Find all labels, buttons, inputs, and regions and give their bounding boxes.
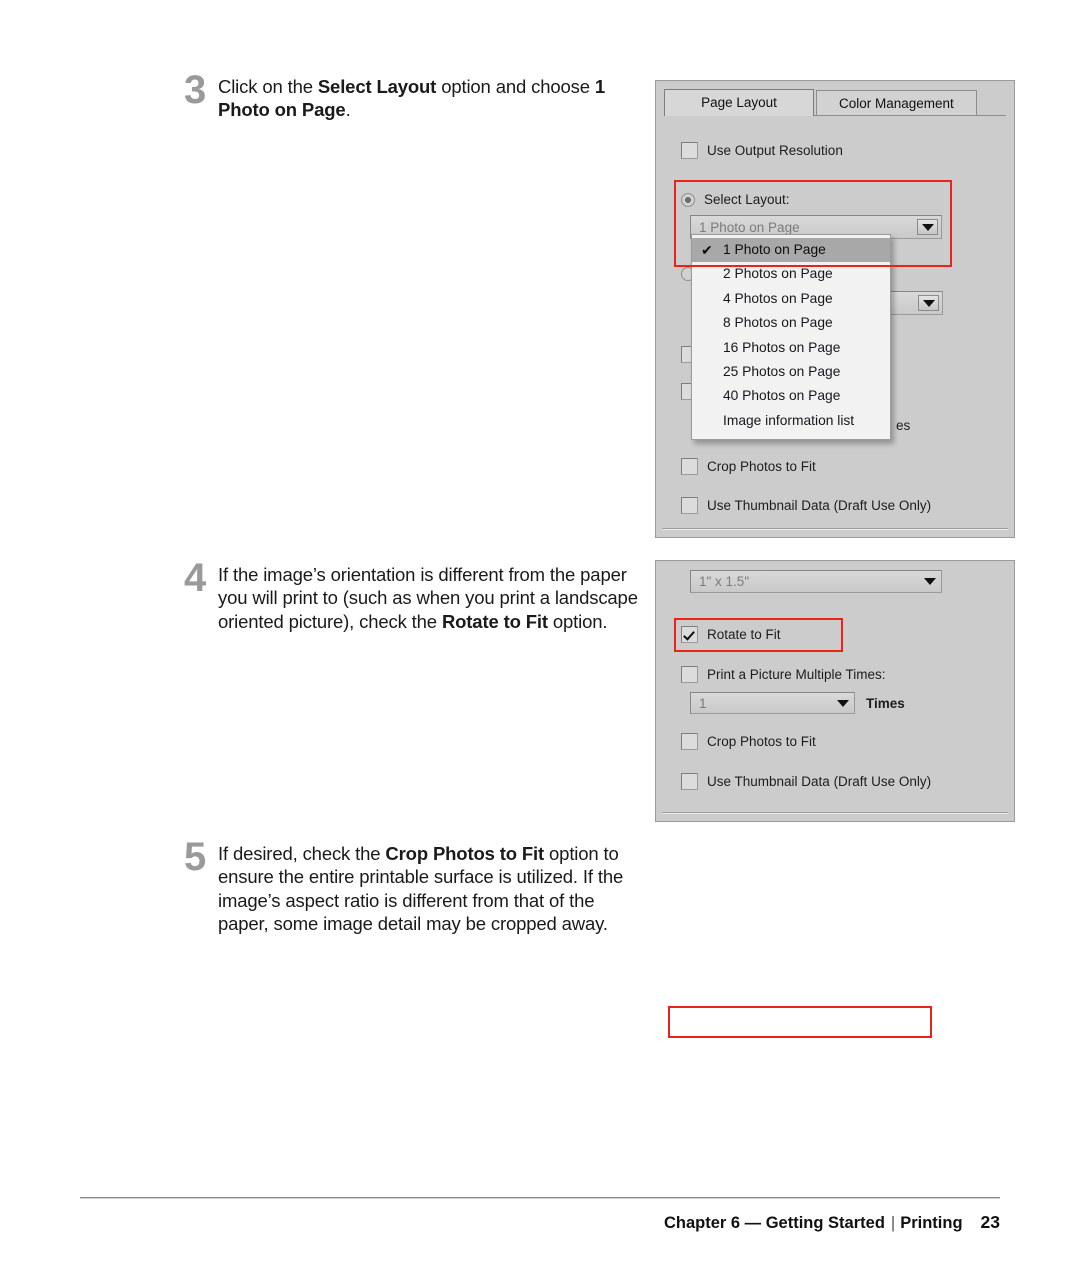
step-3: 3 Click on the Select Layout option and … bbox=[184, 68, 638, 122]
dropdown-option-label: 25 Photos on Page bbox=[723, 363, 841, 379]
rotate-to-fit-dialog: 1" x 1.5" Rotate to Fit Print a Picture … bbox=[655, 560, 1015, 822]
radio-circle-icon[interactable] bbox=[681, 192, 695, 207]
obscured-combo[interactable] bbox=[888, 291, 943, 315]
checkbox-box-icon[interactable] bbox=[681, 497, 698, 514]
obscured-times-label: es bbox=[896, 418, 911, 433]
tab-color-management[interactable]: Color Management bbox=[816, 90, 977, 116]
checkbox-label: Use Thumbnail Data (Draft Use Only) bbox=[707, 498, 932, 513]
checkbox-print-multiple-times[interactable]: Print a Picture Multiple Times: bbox=[681, 666, 886, 683]
dropdown-option-label: 2 Photos on Page bbox=[723, 266, 833, 282]
dropdown-option[interactable]: 40 Photos on Page bbox=[692, 384, 890, 408]
footer-chapter: Chapter 6 — Getting Started bbox=[663, 1214, 885, 1232]
dialog-bottom-separator bbox=[662, 528, 1008, 530]
chevron-down-icon[interactable] bbox=[918, 295, 939, 311]
tab-page-layout[interactable]: Page Layout bbox=[664, 89, 814, 116]
radio-label: Select Layout: bbox=[704, 192, 790, 207]
dropdown-option[interactable]: 25 Photos on Page bbox=[692, 360, 890, 384]
step-4: 4 If the image’s orientation is differen… bbox=[184, 556, 638, 633]
layout-dropdown-list[interactable]: ✔ 1 Photo on Page 2 Photos on Page 4 Pho… bbox=[691, 234, 891, 441]
check-icon: ✔ bbox=[701, 242, 713, 258]
highlight-empty-box bbox=[668, 1006, 932, 1038]
checkbox-label: Crop Photos to Fit bbox=[707, 459, 816, 474]
checkbox-rotate-to-fit[interactable]: Rotate to Fit bbox=[681, 626, 781, 643]
dropdown-option[interactable]: ✔ 1 Photo on Page bbox=[692, 238, 890, 263]
dropdown-option-label: Image information list bbox=[723, 412, 855, 428]
dropdown-option[interactable]: 8 Photos on Page bbox=[692, 311, 890, 335]
dropdown-option[interactable]: Image information list bbox=[692, 409, 890, 433]
checkbox-crop-photos-to-fit[interactable]: Crop Photos to Fit bbox=[681, 458, 816, 475]
dialog-tabstrip: Page Layout Color Management bbox=[664, 89, 977, 116]
layout-combo-value: 1 Photo on Page bbox=[699, 219, 800, 235]
checkbox-crop-photos-to-fit[interactable]: Crop Photos to Fit bbox=[681, 733, 816, 750]
checkbox-box-icon[interactable] bbox=[681, 733, 698, 750]
step-5-text: If desired, check the Crop Photos to Fit… bbox=[218, 843, 624, 934]
dropdown-option[interactable]: 2 Photos on Page bbox=[692, 262, 890, 286]
dropdown-option-label: 40 Photos on Page bbox=[723, 388, 841, 404]
checkbox-label: Crop Photos to Fit bbox=[707, 734, 816, 749]
step-3-text: Click on the Select Layout option and ch… bbox=[218, 76, 605, 121]
dropdown-option[interactable]: 4 Photos on Page bbox=[692, 287, 890, 311]
times-combo[interactable]: 1 bbox=[690, 692, 855, 714]
checkbox-box-icon[interactable] bbox=[681, 458, 698, 475]
dropdown-option-label: 4 Photos on Page bbox=[723, 290, 833, 306]
dropdown-option-label: 16 Photos on Page bbox=[723, 339, 841, 355]
checkbox-label: Rotate to Fit bbox=[707, 627, 781, 642]
dropdown-option-label: 8 Photos on Page bbox=[723, 315, 833, 331]
step-4-text: If the image’s orientation is different … bbox=[218, 564, 638, 632]
footer-rule bbox=[80, 1197, 1000, 1199]
paper-size-combo-value: 1" x 1.5" bbox=[699, 574, 750, 589]
page-number: 23 bbox=[980, 1212, 1000, 1232]
checkbox-label: Print a Picture Multiple Times: bbox=[707, 667, 886, 682]
step-3-number: 3 bbox=[184, 68, 206, 112]
step-5: 5 If desired, check the Crop Photos to F… bbox=[184, 835, 638, 935]
checkbox-label: Use Thumbnail Data (Draft Use Only) bbox=[707, 774, 932, 789]
dropdown-option[interactable]: 16 Photos on Page bbox=[692, 336, 890, 360]
footer: Chapter 6 — Getting Started | Printing 2… bbox=[664, 1212, 1000, 1233]
checkbox-use-thumbnail-data[interactable]: Use Thumbnail Data (Draft Use Only) bbox=[681, 773, 931, 790]
chevron-down-icon[interactable] bbox=[917, 219, 938, 235]
checkbox-label: Use Output Resolution bbox=[707, 143, 843, 158]
dropdown-option-label: 1 Photo on Page bbox=[723, 242, 826, 257]
chevron-down-icon[interactable] bbox=[919, 571, 941, 592]
times-combo-value: 1 bbox=[699, 695, 707, 711]
checkbox-use-thumbnail-data[interactable]: Use Thumbnail Data (Draft Use Only) bbox=[681, 497, 931, 514]
footer-separator: | bbox=[890, 1214, 896, 1232]
checkbox-box-icon[interactable] bbox=[681, 666, 698, 683]
footer-section: Printing bbox=[900, 1214, 963, 1232]
step-4-number: 4 bbox=[184, 556, 206, 600]
radio-select-layout[interactable]: Select Layout: bbox=[681, 192, 790, 207]
dialog-bottom-separator bbox=[662, 812, 1008, 814]
chevron-down-icon[interactable] bbox=[832, 693, 854, 713]
step-5-number: 5 bbox=[184, 835, 206, 879]
checkbox-box-icon[interactable] bbox=[681, 626, 698, 643]
checkbox-box-icon[interactable] bbox=[681, 142, 698, 159]
paper-size-combo[interactable]: 1" x 1.5" bbox=[690, 570, 942, 593]
checkbox-use-output-resolution[interactable]: Use Output Resolution bbox=[681, 142, 843, 159]
checkbox-box-icon[interactable] bbox=[681, 773, 698, 790]
times-label: Times bbox=[866, 696, 905, 711]
